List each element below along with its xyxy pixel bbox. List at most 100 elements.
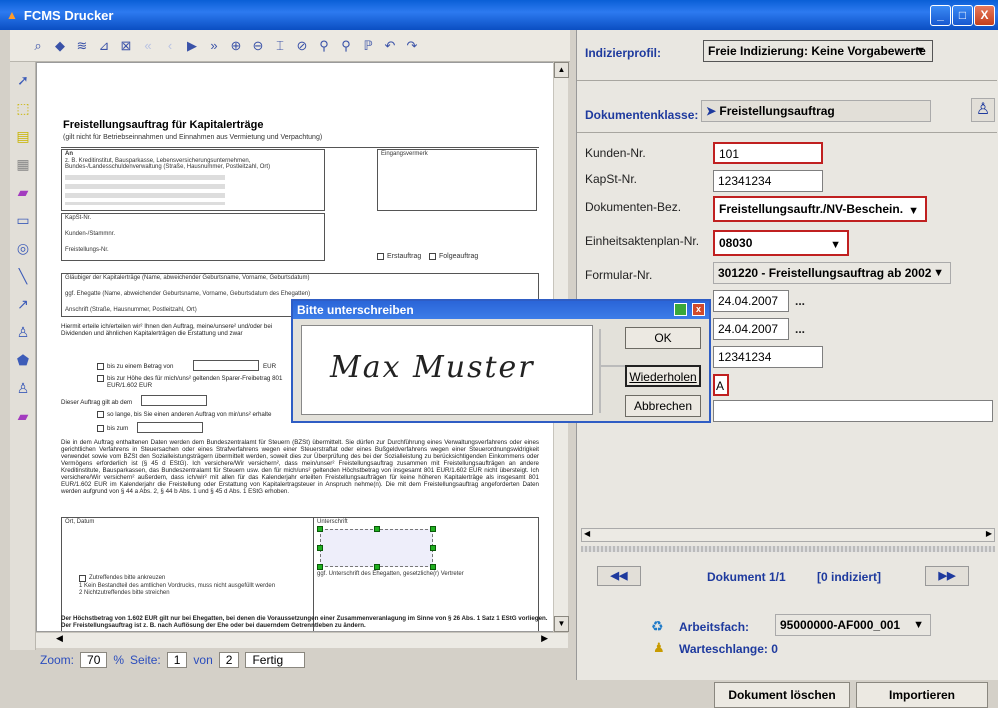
page-of-label: von — [193, 653, 213, 667]
horizontal-scrollbar[interactable]: ◀ ▶ — [36, 632, 568, 648]
image-stamp-icon[interactable]: ▰ — [13, 406, 33, 426]
stack-icon[interactable]: ≋ — [74, 38, 90, 54]
scroll-down-arrow-icon[interactable]: ▼ — [554, 616, 569, 632]
dialog-close-icon[interactable]: x — [692, 303, 705, 316]
stamp-icon[interactable]: ▦ — [13, 154, 33, 174]
field-label-kunden: Kunden-Nr. — [585, 146, 646, 160]
first-document-button[interactable]: ◀◀ — [597, 566, 641, 586]
maximize-button[interactable]: □ — [952, 5, 973, 26]
aktenplan-select[interactable]: 08030 ▼ — [713, 230, 849, 256]
delete-document-button[interactable]: Dokument löschen — [714, 682, 850, 708]
signature-placeholder[interactable] — [320, 529, 433, 567]
select-icon[interactable]: ⊿ — [96, 38, 112, 54]
panel-horizontal-scrollbar[interactable]: ◀ ▶ — [581, 528, 995, 542]
zoom-field[interactable]: 70 — [80, 652, 108, 668]
dialog-ok-button[interactable]: OK — [625, 327, 701, 349]
scroll-left-arrow-icon[interactable]: ◀ — [56, 633, 63, 648]
resize-handle[interactable] — [374, 526, 380, 532]
resize-handle[interactable] — [430, 564, 436, 570]
scroll-up-arrow-icon[interactable]: ▲ — [554, 62, 569, 78]
date-picker-1-button[interactable]: ... — [795, 294, 805, 308]
last-document-button[interactable]: ▶▶ — [925, 566, 969, 586]
doc-betrag-field — [193, 360, 259, 371]
zoom-percent: % — [113, 653, 125, 667]
scroll-right-arrow-icon[interactable]: ▶ — [986, 529, 992, 538]
chevron-down-icon: ▼ — [913, 619, 924, 631]
bez-value: Freistellungsauftr./NV-Beschein. — [719, 202, 904, 216]
signature-stamp-icon[interactable]: ♙ — [13, 322, 33, 342]
profil-select[interactable]: Freie Indizierung: Keine Vorgabewerte ▼ — [703, 40, 933, 62]
signature-text: Max Muster — [330, 350, 535, 385]
arbeitsfach-value: 95000000-AF000_001 — [780, 618, 901, 632]
highlight-icon[interactable]: ▰ — [13, 182, 33, 202]
crop-icon[interactable]: ⌶ — [272, 38, 288, 54]
arbeitsfach-select[interactable]: 95000000-AF000_001 ▼ — [775, 614, 931, 636]
profil-value: Freie Indizierung: Keine Vorgabewerte — [708, 44, 926, 58]
doc-an-text: z. B. Kreditinstitut, Bausparkasse, Lebe… — [65, 158, 271, 170]
zoom-in-icon[interactable]: ⊕ — [228, 38, 244, 54]
doc-footnote-checkbox — [79, 575, 86, 582]
formular-select[interactable]: 301220 - Freistellungsauftrag ab 2002 ▼ — [713, 262, 951, 284]
last-page-icon[interactable]: » — [206, 38, 222, 54]
dialog-ok-icon[interactable] — [674, 303, 687, 316]
scroll-left-arrow-icon[interactable]: ◀ — [584, 529, 590, 538]
scroll-right-arrow-icon[interactable]: ▶ — [541, 633, 548, 648]
polygon-icon[interactable]: ⬟ — [13, 350, 33, 370]
resize-handle[interactable] — [374, 564, 380, 570]
resize-handle[interactable] — [317, 545, 323, 551]
prev-page-icon[interactable]: ‹ — [162, 38, 178, 54]
divider — [577, 132, 997, 133]
kunden-nr-input[interactable]: 101 — [713, 142, 823, 164]
import-button[interactable]: Importieren — [856, 682, 988, 708]
number-field[interactable]: 12341234 — [713, 346, 823, 368]
resize-handle[interactable] — [317, 564, 323, 570]
page-field[interactable]: 1 — [166, 652, 188, 668]
line-icon[interactable]: ╲ — [13, 266, 33, 286]
marquee-icon[interactable]: ⬚ — [13, 98, 33, 118]
date-field-1[interactable]: 24.04.2007 — [713, 290, 789, 312]
date-field-2[interactable]: 24.04.2007 — [713, 318, 789, 340]
zoom-page-icon[interactable]: ⌕ — [30, 38, 46, 54]
signature-pad[interactable]: Max Muster — [301, 325, 593, 415]
note-icon[interactable]: ▤ — [13, 126, 33, 146]
kapst-nr-input[interactable]: 12341234 — [713, 170, 823, 192]
dialog-cancel-button[interactable]: Abbrechen — [625, 395, 701, 417]
page-label: Seite: — [130, 653, 161, 667]
resize-handle[interactable] — [430, 545, 436, 551]
pan-icon[interactable]: ⚲ — [316, 38, 332, 54]
close-button[interactable]: X — [974, 5, 995, 26]
doc-folgeauftrag: Folgeauftrag — [439, 253, 479, 260]
dokumenten-bez-select[interactable]: Freistellungsauftr./NV-Beschein. ▼ — [713, 196, 927, 222]
zoom-out-icon[interactable]: ⊖ — [250, 38, 266, 54]
circle-icon[interactable]: ◎ — [13, 238, 33, 258]
search-next-icon[interactable]: ℙ — [360, 38, 376, 54]
resize-handle[interactable] — [317, 526, 323, 532]
search-icon[interactable]: ⚲ — [338, 38, 354, 54]
undo-icon[interactable]: ↶ — [382, 38, 398, 54]
klasse-select[interactable]: ➤ Freistellungsauftrag — [701, 100, 931, 122]
doc-body-text: Die in dem Auftrag enthaltenen Daten wer… — [61, 439, 539, 495]
signature-stamp-2-icon[interactable]: ♙ — [13, 378, 33, 398]
aktenplan-value: 08030 — [719, 236, 753, 250]
fit-width-icon[interactable]: ◆ — [52, 38, 68, 54]
rectangle-icon[interactable]: ▭ — [13, 210, 33, 230]
letter-field[interactable]: A — [713, 374, 729, 396]
dialog-retry-button[interactable]: Wiederholen — [625, 365, 701, 387]
chart-icon[interactable]: ⊠ — [118, 38, 134, 54]
document-counter: Dokument 1/1 — [707, 570, 786, 584]
next-page-icon[interactable]: ▶ — [184, 38, 200, 54]
resize-handle[interactable] — [430, 526, 436, 532]
minimize-button[interactable]: _ — [930, 5, 951, 26]
redo-icon[interactable]: ↷ — [404, 38, 420, 54]
arrow-icon[interactable]: ↗ — [13, 294, 33, 314]
first-page-icon[interactable]: « — [140, 38, 156, 54]
stamp-icon[interactable]: ♙ — [971, 98, 995, 122]
app-icon: ▲ — [6, 8, 18, 22]
pointer-icon[interactable]: ➚ — [13, 70, 33, 90]
doc-erstauftrag: Erstauftrag — [387, 253, 422, 260]
doc-bis-zum-field — [137, 422, 203, 433]
date-picker-2-button[interactable]: ... — [795, 322, 805, 336]
zoom-select-icon[interactable]: ⊘ — [294, 38, 310, 54]
panel-splitter[interactable] — [581, 546, 995, 552]
empty-field[interactable] — [713, 400, 993, 422]
